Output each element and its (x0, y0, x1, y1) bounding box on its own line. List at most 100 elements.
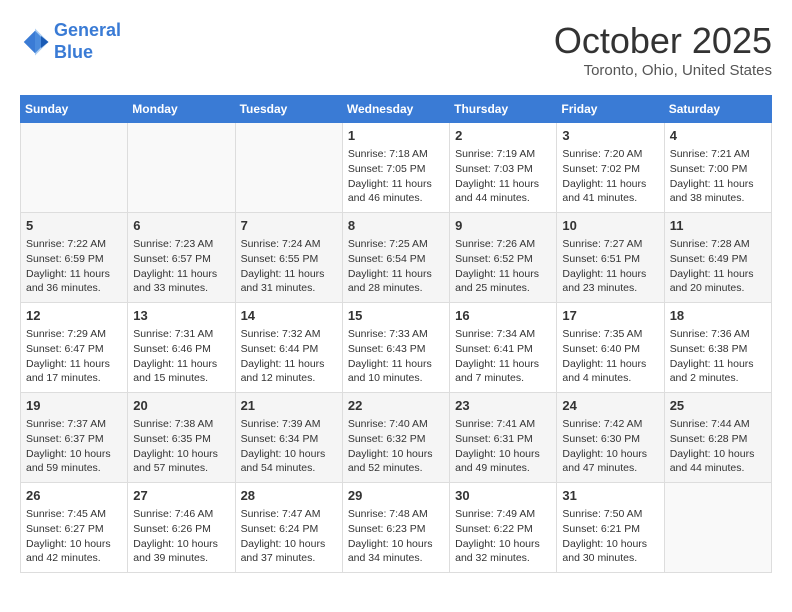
calendar-day-cell: 4 Sunrise: 7:21 AM Sunset: 7:00 PM Daylig… (664, 123, 771, 213)
page-header: General Blue October 2025 Toronto, Ohio,… (20, 20, 772, 79)
day-info: Sunrise: 7:50 AM Sunset: 6:21 PM Dayligh… (562, 507, 658, 566)
day-info: Sunrise: 7:20 AM Sunset: 7:02 PM Dayligh… (562, 147, 658, 206)
calendar-day-cell: 23 Sunrise: 7:41 AM Sunset: 6:31 PM Dayli… (450, 393, 557, 483)
day-number: 3 (562, 127, 658, 145)
day-info: Sunrise: 7:40 AM Sunset: 6:32 PM Dayligh… (348, 417, 444, 476)
day-number: 19 (26, 397, 122, 415)
month-title: October 2025 (554, 20, 772, 62)
day-number: 10 (562, 217, 658, 235)
day-number: 18 (670, 307, 766, 325)
title-area: October 2025 Toronto, Ohio, United State… (554, 20, 772, 79)
calendar-day-cell: 2 Sunrise: 7:19 AM Sunset: 7:03 PM Daylig… (450, 123, 557, 213)
day-number: 6 (133, 217, 229, 235)
day-info: Sunrise: 7:25 AM Sunset: 6:54 PM Dayligh… (348, 237, 444, 296)
day-info: Sunrise: 7:39 AM Sunset: 6:34 PM Dayligh… (241, 417, 337, 476)
calendar-day-cell (664, 483, 771, 573)
calendar-day-cell: 10 Sunrise: 7:27 AM Sunset: 6:51 PM Dayli… (557, 213, 664, 303)
day-info: Sunrise: 7:48 AM Sunset: 6:23 PM Dayligh… (348, 507, 444, 566)
weekday-header: Friday (557, 96, 664, 123)
weekday-header: Tuesday (235, 96, 342, 123)
day-info: Sunrise: 7:32 AM Sunset: 6:44 PM Dayligh… (241, 327, 337, 386)
day-number: 30 (455, 487, 551, 505)
calendar-day-cell: 9 Sunrise: 7:26 AM Sunset: 6:52 PM Daylig… (450, 213, 557, 303)
calendar-day-cell: 22Sunrise: 7:40 AM Sunset: 6:32 PM Dayli… (342, 393, 449, 483)
day-number: 11 (670, 217, 766, 235)
calendar-day-cell: 1 Sunrise: 7:18 AM Sunset: 7:05 PM Daylig… (342, 123, 449, 213)
day-info: Sunrise: 7:19 AM Sunset: 7:03 PM Dayligh… (455, 147, 551, 206)
calendar-day-cell: 7 Sunrise: 7:24 AM Sunset: 6:55 PM Daylig… (235, 213, 342, 303)
day-info: Sunrise: 7:35 AM Sunset: 6:40 PM Dayligh… (562, 327, 658, 386)
day-number: 23 (455, 397, 551, 415)
day-number: 7 (241, 217, 337, 235)
calendar-week-row: 1 Sunrise: 7:18 AM Sunset: 7:05 PM Daylig… (21, 123, 772, 213)
calendar-day-cell: 5Sunrise: 7:22 AM Sunset: 6:59 PM Daylig… (21, 213, 128, 303)
calendar-day-cell: 31 Sunrise: 7:50 AM Sunset: 6:21 PM Dayli… (557, 483, 664, 573)
calendar-week-row: 19 Sunrise: 7:37 AM Sunset: 6:37 PM Dayli… (21, 393, 772, 483)
calendar-day-cell: 11 Sunrise: 7:28 AM Sunset: 6:49 PM Dayli… (664, 213, 771, 303)
day-info: Sunrise: 7:36 AM Sunset: 6:38 PM Dayligh… (670, 327, 766, 386)
location-subtitle: Toronto, Ohio, United States (554, 62, 772, 79)
day-info: Sunrise: 7:26 AM Sunset: 6:52 PM Dayligh… (455, 237, 551, 296)
day-info: Sunrise: 7:23 AM Sunset: 6:57 PM Dayligh… (133, 237, 229, 296)
day-number: 2 (455, 127, 551, 145)
day-number: 9 (455, 217, 551, 235)
day-info: Sunrise: 7:24 AM Sunset: 6:55 PM Dayligh… (241, 237, 337, 296)
day-info: Sunrise: 7:29 AM Sunset: 6:47 PM Dayligh… (26, 327, 122, 386)
day-number: 14 (241, 307, 337, 325)
calendar-day-cell: 15 Sunrise: 7:33 AM Sunset: 6:43 PM Dayli… (342, 303, 449, 393)
day-number: 20 (133, 397, 229, 415)
logo-text: General Blue (54, 20, 121, 63)
logo: General Blue (20, 20, 121, 63)
day-number: 15 (348, 307, 444, 325)
day-info: Sunrise: 7:37 AM Sunset: 6:37 PM Dayligh… (26, 417, 122, 476)
day-number: 17 (562, 307, 658, 325)
weekday-header: Saturday (664, 96, 771, 123)
calendar-day-cell: 18 Sunrise: 7:36 AM Sunset: 6:38 PM Dayli… (664, 303, 771, 393)
day-number: 8 (348, 217, 444, 235)
day-info: Sunrise: 7:34 AM Sunset: 6:41 PM Dayligh… (455, 327, 551, 386)
calendar-day-cell: 16 Sunrise: 7:34 AM Sunset: 6:41 PM Dayli… (450, 303, 557, 393)
day-info: Sunrise: 7:21 AM Sunset: 7:00 PM Dayligh… (670, 147, 766, 206)
day-info: Sunrise: 7:41 AM Sunset: 6:31 PM Dayligh… (455, 417, 551, 476)
day-info: Sunrise: 7:38 AM Sunset: 6:35 PM Dayligh… (133, 417, 229, 476)
calendar-day-cell (21, 123, 128, 213)
calendar-week-row: 12Sunrise: 7:29 AM Sunset: 6:47 PM Dayli… (21, 303, 772, 393)
day-number: 29 (348, 487, 444, 505)
calendar-day-cell (235, 123, 342, 213)
calendar-day-cell: 21 Sunrise: 7:39 AM Sunset: 6:34 PM Dayli… (235, 393, 342, 483)
calendar-table: SundayMondayTuesdayWednesdayThursdayFrid… (20, 95, 772, 573)
calendar-day-cell: 25 Sunrise: 7:44 AM Sunset: 6:28 PM Dayli… (664, 393, 771, 483)
day-number: 28 (241, 487, 337, 505)
day-number: 16 (455, 307, 551, 325)
weekday-header: Monday (128, 96, 235, 123)
day-info: Sunrise: 7:46 AM Sunset: 6:26 PM Dayligh… (133, 507, 229, 566)
calendar-day-cell: 24Sunrise: 7:42 AM Sunset: 6:30 PM Dayli… (557, 393, 664, 483)
day-number: 21 (241, 397, 337, 415)
calendar-day-cell: 26Sunrise: 7:45 AM Sunset: 6:27 PM Dayli… (21, 483, 128, 573)
day-number: 25 (670, 397, 766, 415)
day-info: Sunrise: 7:45 AM Sunset: 6:27 PM Dayligh… (26, 507, 122, 566)
day-number: 5 (26, 217, 122, 235)
calendar-day-cell: 8 Sunrise: 7:25 AM Sunset: 6:54 PM Daylig… (342, 213, 449, 303)
day-info: Sunrise: 7:31 AM Sunset: 6:46 PM Dayligh… (133, 327, 229, 386)
calendar-day-cell: 30 Sunrise: 7:49 AM Sunset: 6:22 PM Dayli… (450, 483, 557, 573)
calendar-header-row: SundayMondayTuesdayWednesdayThursdayFrid… (21, 96, 772, 123)
calendar-day-cell (128, 123, 235, 213)
day-info: Sunrise: 7:28 AM Sunset: 6:49 PM Dayligh… (670, 237, 766, 296)
day-number: 4 (670, 127, 766, 145)
day-number: 1 (348, 127, 444, 145)
day-info: Sunrise: 7:49 AM Sunset: 6:22 PM Dayligh… (455, 507, 551, 566)
day-info: Sunrise: 7:27 AM Sunset: 6:51 PM Dayligh… (562, 237, 658, 296)
calendar-day-cell: 17 Sunrise: 7:35 AM Sunset: 6:40 PM Dayli… (557, 303, 664, 393)
calendar-day-cell: 19 Sunrise: 7:37 AM Sunset: 6:37 PM Dayli… (21, 393, 128, 483)
logo-icon (20, 27, 50, 57)
day-info: Sunrise: 7:47 AM Sunset: 6:24 PM Dayligh… (241, 507, 337, 566)
day-number: 13 (133, 307, 229, 325)
day-info: Sunrise: 7:33 AM Sunset: 6:43 PM Dayligh… (348, 327, 444, 386)
calendar-day-cell: 20 Sunrise: 7:38 AM Sunset: 6:35 PM Dayli… (128, 393, 235, 483)
day-info: Sunrise: 7:44 AM Sunset: 6:28 PM Dayligh… (670, 417, 766, 476)
calendar-day-cell: 6 Sunrise: 7:23 AM Sunset: 6:57 PM Daylig… (128, 213, 235, 303)
day-number: 31 (562, 487, 658, 505)
calendar-day-cell: 13 Sunrise: 7:31 AM Sunset: 6:46 PM Dayli… (128, 303, 235, 393)
day-info: Sunrise: 7:18 AM Sunset: 7:05 PM Dayligh… (348, 147, 444, 206)
